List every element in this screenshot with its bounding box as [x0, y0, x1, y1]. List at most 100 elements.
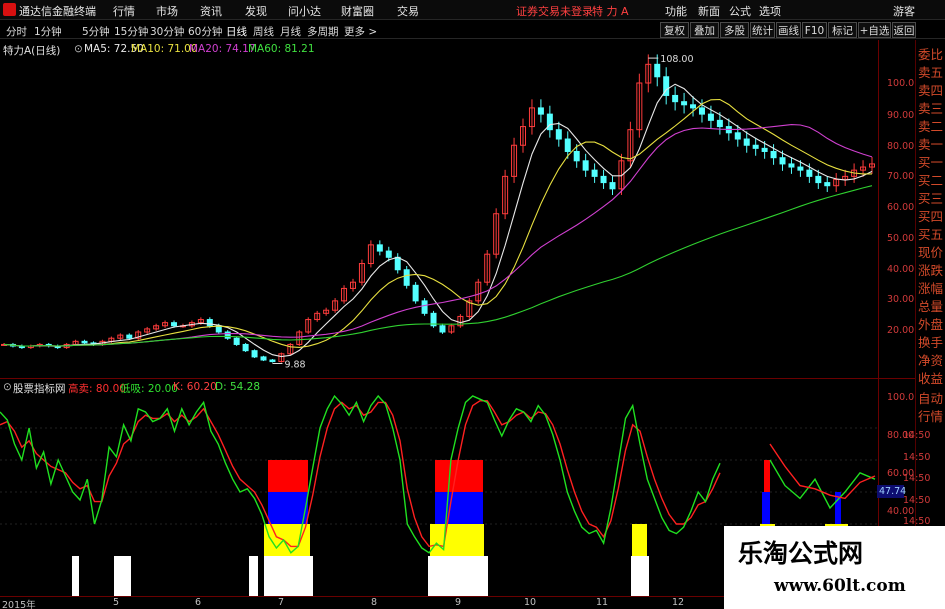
period-15min[interactable]: 15分钟 — [114, 24, 148, 39]
tool-back[interactable]: 返回 — [892, 22, 916, 38]
candle-body — [654, 63, 661, 78]
candle-body — [743, 138, 750, 146]
menu-function[interactable]: 功能 — [665, 3, 687, 19]
date-tick: 10 — [524, 597, 537, 608]
signal-yellow-block — [430, 524, 484, 556]
period-60min[interactable]: 60分钟 — [188, 24, 222, 39]
period-30min[interactable]: 30分钟 — [150, 24, 184, 39]
ma10-line — [3, 98, 872, 348]
candle-body — [412, 284, 419, 302]
panel-weibi[interactable]: 委比 — [918, 44, 945, 63]
candle-body — [770, 150, 777, 159]
panel-turnover[interactable]: 换手 — [918, 332, 945, 351]
panel-sell2[interactable]: 卖二 — [918, 116, 945, 135]
period-multi[interactable]: 多周期 — [307, 24, 339, 39]
panel-buy1[interactable]: 买一 — [918, 152, 945, 171]
candle-body — [815, 175, 822, 184]
menu-ask[interactable]: 问小达 — [288, 3, 321, 19]
date-tick: 7 — [278, 597, 285, 608]
ma5-line — [3, 83, 873, 358]
tool-add-watchlist[interactable]: +自选 — [858, 22, 891, 38]
tool-adjust[interactable]: 复权 — [660, 22, 689, 38]
panel-buy3[interactable]: 买三 — [918, 188, 945, 207]
tool-stats[interactable]: 统计 — [750, 22, 775, 38]
panel-buy4[interactable]: 买四 — [918, 206, 945, 225]
signal-white-block — [428, 556, 488, 596]
menu-news[interactable]: 资讯 — [200, 3, 222, 19]
panel-volume[interactable]: 总量 — [918, 296, 945, 315]
d-value: D: 54.28 — [215, 381, 261, 393]
buy-threshold: 低吸: 20.00 — [120, 383, 178, 395]
period-5min[interactable]: 5分钟 — [82, 24, 110, 39]
candle-body — [582, 160, 589, 171]
candle-body — [81, 340, 88, 344]
candle-body — [573, 150, 580, 162]
period-monthly[interactable]: 月线 — [280, 24, 301, 39]
signal-yellow-block — [632, 524, 647, 556]
candle-body — [600, 175, 607, 184]
panel-net-asset[interactable]: 净资 — [918, 350, 945, 369]
period-more[interactable]: 更多 > — [344, 24, 377, 39]
candle-body — [698, 107, 705, 115]
panel-change[interactable]: 涨跌 — [918, 260, 945, 279]
panel-price[interactable]: 现价 — [918, 242, 945, 261]
signal-white-block — [249, 556, 258, 596]
tool-f10[interactable]: F10 — [802, 22, 827, 38]
menu-new-page[interactable]: 新面 — [698, 3, 720, 19]
signal-red-block — [268, 460, 308, 492]
panel-outer[interactable]: 外盘 — [918, 314, 945, 333]
candle-body — [269, 359, 276, 363]
panel-buy5[interactable]: 买五 — [918, 224, 945, 243]
signal-white-block — [264, 556, 313, 596]
menu-market[interactable]: 市场 — [156, 3, 178, 19]
tool-mark[interactable]: 标记 — [828, 22, 857, 38]
candle-body — [788, 163, 795, 168]
tool-overlay[interactable]: 叠加 — [690, 22, 719, 38]
signal-white-block — [631, 556, 649, 596]
panel-market[interactable]: 行情 — [918, 406, 945, 425]
signal-white-block — [114, 556, 131, 596]
quote-side-panel: 委比 卖五 卖四 卖三 卖二 卖一 买一 买二 买三 买四 买五 现价 涨跌 涨… — [915, 40, 945, 609]
signal-white-block — [72, 556, 79, 596]
period-1min[interactable]: 1分钟 — [34, 24, 62, 39]
date-tick: 11 — [596, 597, 609, 608]
login-notice[interactable]: 证券交易未登录 — [516, 3, 593, 19]
candle-body — [690, 104, 697, 109]
panel-sell4[interactable]: 卖四 — [918, 80, 945, 99]
tool-draw-line[interactable]: 画线 — [776, 22, 801, 38]
panel-sell1[interactable]: 卖一 — [918, 134, 945, 153]
panel-buy2[interactable]: 买二 — [918, 170, 945, 189]
menu-wealth[interactable]: 财富圈 — [341, 3, 374, 19]
menu-formula[interactable]: 公式 — [729, 3, 751, 19]
period-weekly[interactable]: 周线 — [253, 24, 274, 39]
high-marker-label: 108.00 — [660, 54, 693, 65]
indicator-settings-icon[interactable]: ⊙ — [3, 381, 12, 393]
app-window: { "app": { "title": "通达信金融终端", "menu": [… — [0, 0, 945, 609]
chart-area[interactable]: 108.00 9.88 — [0, 40, 915, 597]
candle-body — [171, 322, 178, 327]
price-tick: 30.00 — [887, 294, 915, 305]
candle-body — [752, 144, 759, 149]
period-toolbar: 分时 1分钟 5分钟 15分钟 30分钟 60分钟 日线 周线 月线 多周期 更… — [0, 21, 945, 39]
candle-body — [716, 119, 723, 128]
panel-earnings[interactable]: 收益 — [918, 368, 945, 387]
panel-sell5[interactable]: 卖五 — [918, 62, 945, 81]
menu-trade[interactable]: 交易 — [397, 3, 419, 19]
candle-body — [797, 166, 804, 171]
menu-discover[interactable]: 发现 — [245, 3, 267, 19]
current-kd-value: 47.74 — [877, 485, 907, 498]
panel-sell3[interactable]: 卖三 — [918, 98, 945, 117]
guest-user[interactable]: 游客 — [893, 3, 915, 19]
candle-body — [672, 94, 679, 103]
indicator-name: 股票指标网 — [13, 383, 66, 395]
period-timeshare[interactable]: 分时 — [6, 24, 27, 39]
tool-multi-stock[interactable]: 多股 — [720, 22, 749, 38]
panel-change-pct[interactable]: 涨幅 — [918, 278, 945, 297]
period-daily[interactable]: 日线 — [226, 24, 247, 39]
price-tick: 50.00 — [887, 233, 915, 244]
menu-options[interactable]: 选项 — [759, 3, 781, 19]
panel-auto[interactable]: 自动 — [918, 388, 945, 407]
candle-body — [439, 325, 446, 333]
menu-quotes[interactable]: 行情 — [113, 3, 135, 19]
candle-body — [206, 319, 213, 327]
